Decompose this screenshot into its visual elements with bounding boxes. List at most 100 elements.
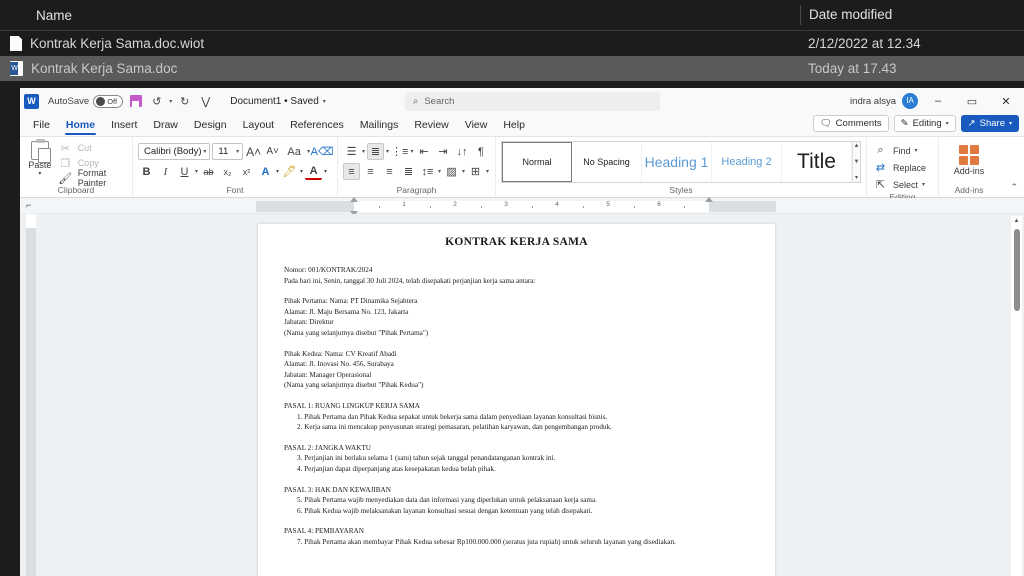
paste-caret-icon[interactable]: ▾ <box>38 170 41 177</box>
style-heading-2[interactable]: Heading 2 <box>712 142 782 182</box>
align-center-icon[interactable]: ≡ <box>362 163 379 180</box>
styles-scroll-down-icon[interactable]: ▼ <box>854 159 860 165</box>
redo-button[interactable]: ↻ <box>176 93 193 110</box>
vertical-scrollbar[interactable]: ▲ <box>1011 216 1022 576</box>
tab-review[interactable]: Review <box>407 117 455 134</box>
save-button[interactable] <box>127 93 144 110</box>
numbering-caret-icon[interactable]: ▾ <box>386 148 389 155</box>
vertical-ruler[interactable] <box>26 214 36 576</box>
highlight-caret-icon[interactable]: ▾ <box>300 168 303 175</box>
autosave-toggle-knob <box>96 96 106 106</box>
addins-button[interactable]: Add-ins <box>944 140 994 176</box>
styles-scroll-up-icon[interactable]: ▲ <box>854 143 860 149</box>
word-app-icon[interactable]: W <box>24 93 39 109</box>
style-title[interactable]: Title <box>782 142 852 182</box>
scroll-up-arrow-icon[interactable]: ▲ <box>1014 216 1020 227</box>
borders-icon[interactable]: ⊞ <box>467 163 484 180</box>
select-button[interactable]: ⇱ Select ▾ <box>872 177 933 192</box>
document-title-caret-icon[interactable]: ▾ <box>323 98 326 105</box>
shading-caret-icon[interactable]: ▾ <box>462 168 465 175</box>
document-body[interactable]: Nomor: 001/KONTRAK/2024 Pada hari ini, S… <box>284 265 749 547</box>
scrollbar-thumb[interactable] <box>1013 229 1020 311</box>
tab-mailings[interactable]: Mailings <box>353 117 406 134</box>
show-formatting-marks-icon[interactable]: ¶ <box>472 143 489 160</box>
horizontal-ruler[interactable]: ⌐ 1 2 3 4 5 6 <box>20 197 1024 216</box>
increase-indent-icon[interactable]: ⇥ <box>434 143 451 160</box>
minimize-button[interactable]: – <box>924 88 952 114</box>
multilevel-list-icon[interactable]: ⋮≡ <box>391 143 408 160</box>
search-input[interactable]: ⌕ Search <box>405 92 660 111</box>
comments-button[interactable]: 🗨 Comments <box>812 115 889 132</box>
undo-dropdown-caret-icon[interactable]: ▾ <box>169 98 172 105</box>
file-row-2[interactable]: Kontrak Kerja Sama.doc Today at 17.43 <box>0 56 1024 81</box>
bullet-list-icon[interactable]: ☰ <box>343 143 360 160</box>
shrink-font-button[interactable]: A˅ <box>264 143 281 160</box>
column-header-name[interactable]: Name <box>0 8 800 23</box>
first-line-indent-marker[interactable] <box>350 197 358 202</box>
font-color-button[interactable]: A <box>305 163 323 180</box>
customize-quick-access-toolbar-button[interactable]: ⋁ <box>197 93 214 110</box>
decrease-indent-icon[interactable]: ⇤ <box>415 143 432 160</box>
style-heading-1[interactable]: Heading 1 <box>642 142 712 182</box>
tab-file[interactable]: File <box>26 117 57 134</box>
tab-design[interactable]: Design <box>187 117 234 134</box>
align-right-icon[interactable]: ≡ <box>381 163 398 180</box>
avatar[interactable]: IA <box>902 93 918 109</box>
file-row-1[interactable]: Kontrak Kerja Sama.doc.wiot 2/12/2022 at… <box>0 31 1024 56</box>
bold-button[interactable]: B <box>138 163 155 180</box>
tab-view[interactable]: View <box>458 117 495 134</box>
style-no-spacing[interactable]: No Spacing <box>572 142 642 182</box>
clear-formatting-button[interactable]: A⌫ <box>311 143 334 160</box>
tab-layout[interactable]: Layout <box>236 117 282 134</box>
shading-icon[interactable]: ▨ <box>443 163 460 180</box>
editing-mode-button[interactable]: ✎ Editing ▾ <box>893 115 956 132</box>
text-highlight-color-button[interactable]: 🖊 <box>281 163 298 180</box>
share-button[interactable]: ↗ Share ▾ <box>960 115 1019 132</box>
grow-font-button[interactable]: A˄ <box>245 143 262 160</box>
document-title-label[interactable]: Document1 • Saved <box>230 96 319 107</box>
numbered-list-icon[interactable]: ≣ <box>367 143 385 160</box>
font-name-input[interactable]: Calibri (Body) ▾ <box>138 143 211 160</box>
style-normal[interactable]: Normal <box>502 142 572 182</box>
cut-button[interactable]: ✂ Cut <box>57 141 127 155</box>
paste-button[interactable]: Paste ▾ <box>25 139 55 177</box>
tab-home[interactable]: Home <box>59 117 102 135</box>
tab-references[interactable]: References <box>283 117 351 134</box>
subscript-button[interactable]: x₂ <box>219 163 236 180</box>
text-effects-caret-icon[interactable]: ▾ <box>276 168 279 175</box>
document-page[interactable]: KONTRAK KERJA SAMA Nomor: 001/KONTRAK/20… <box>258 224 775 576</box>
multilevel-caret-icon[interactable]: ▾ <box>410 148 413 155</box>
underline-button[interactable]: U <box>176 163 193 180</box>
line-spacing-icon[interactable]: ↕≡ <box>419 163 436 180</box>
styles-gallery-scrollbar[interactable]: ▲ ▼ ▾ <box>852 142 860 182</box>
styles-more-icon[interactable]: ▾ <box>855 175 858 181</box>
change-case-button[interactable]: Aa <box>283 143 305 160</box>
restore-button[interactable]: ▭ <box>958 88 986 114</box>
sort-icon[interactable]: ↓↑ <box>453 143 470 160</box>
autosave-toggle[interactable]: Off <box>93 94 124 108</box>
font-size-input[interactable]: 11 ▾ <box>212 143 244 160</box>
tab-help[interactable]: Help <box>496 117 532 134</box>
italic-button[interactable]: I <box>157 163 174 180</box>
borders-caret-icon[interactable]: ▾ <box>486 168 489 175</box>
tab-draw[interactable]: Draw <box>146 117 185 134</box>
align-left-icon[interactable]: ≡ <box>343 163 360 180</box>
tab-stop-icon[interactable]: ⌐ <box>26 201 35 210</box>
font-color-caret-icon[interactable]: ▾ <box>324 168 327 175</box>
undo-button[interactable]: ↺ <box>148 93 165 110</box>
bullets-caret-icon[interactable]: ▾ <box>362 148 365 155</box>
column-header-date-modified[interactable]: Date modified <box>800 5 1024 25</box>
line-spacing-caret-icon[interactable]: ▾ <box>438 168 441 175</box>
tab-insert[interactable]: Insert <box>104 117 144 134</box>
close-button[interactable]: ✕ <box>992 88 1020 114</box>
underline-caret-icon[interactable]: ▾ <box>195 168 198 175</box>
superscript-button[interactable]: x² <box>238 163 255 180</box>
justify-icon[interactable]: ≣ <box>400 163 417 180</box>
replace-button[interactable]: ⇄ Replace <box>872 160 933 175</box>
format-painter-button[interactable]: 🖌 Format Painter <box>57 168 127 188</box>
find-button[interactable]: ⌕ Find ▾ <box>872 143 933 158</box>
right-indent-marker[interactable] <box>705 197 713 202</box>
strikethrough-button[interactable]: ab <box>200 163 217 180</box>
text-effects-button[interactable]: A <box>257 163 274 180</box>
collapse-ribbon-button[interactable]: ⌃ <box>1010 182 1018 193</box>
